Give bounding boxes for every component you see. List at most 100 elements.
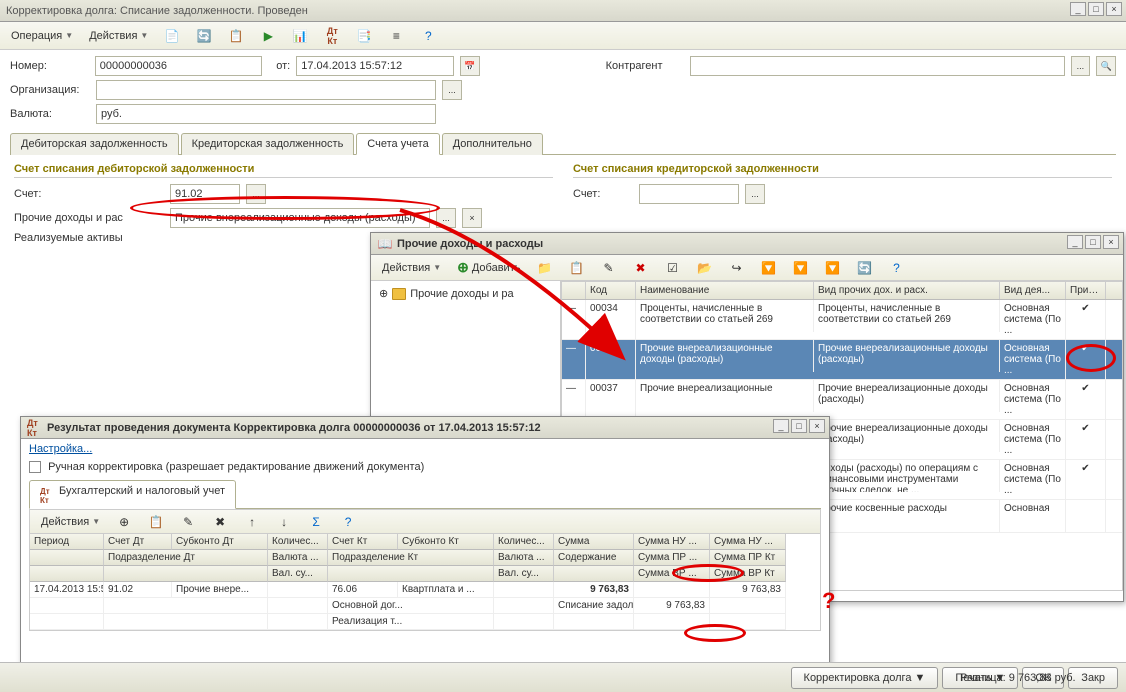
dir-close-icon[interactable]: × (1103, 235, 1119, 249)
dir-filter2-icon[interactable]: 🔽 (785, 257, 815, 279)
h-snu2[interactable]: Сумма НУ ... (710, 534, 786, 550)
h-period[interactable]: Период (30, 534, 104, 550)
res-down-icon[interactable]: ↓ (269, 511, 299, 533)
operation-menu[interactable]: Операция▼ (4, 25, 80, 47)
dir-mark-icon[interactable]: ☑ (657, 257, 687, 279)
dir-edit-icon[interactable]: ✎ (593, 257, 623, 279)
manual-checkbox[interactable] (29, 461, 41, 473)
dir-filter1-icon[interactable]: 🔽 (753, 257, 783, 279)
minimize-icon[interactable]: _ (1070, 2, 1086, 16)
other-income-input[interactable]: Прочие внереализационные доходы (расходы… (170, 208, 430, 228)
h-valsk[interactable]: Вал. су... (494, 566, 554, 582)
res-add-icon[interactable]: ⊕ (109, 511, 139, 533)
dir-move-icon[interactable]: ↪ (721, 257, 751, 279)
h-podr-dt[interactable]: Подразделение Дт (104, 550, 268, 566)
h-schet-kt[interactable]: Счет Кт (328, 534, 398, 550)
h-val-dt[interactable]: Валюта ... (268, 550, 328, 566)
res-actions-menu[interactable]: Действия▼ (34, 511, 107, 533)
dir-addgroup-icon[interactable]: 📁 (529, 257, 559, 279)
dir-refresh-icon[interactable]: 🔄 (849, 257, 879, 279)
schet-input[interactable]: 91.02 (170, 184, 240, 204)
counterparty-input[interactable] (690, 56, 1064, 76)
dir-delete-icon[interactable]: ✖ (625, 257, 655, 279)
currency-input[interactable]: руб. (96, 104, 436, 124)
date-input[interactable]: 17.04.2013 15:57:12 (296, 56, 454, 76)
h-content[interactable]: Содержание (554, 550, 634, 566)
copy-icon[interactable]: 📋 (221, 25, 251, 47)
h-sum[interactable]: Сумма (554, 534, 634, 550)
res-copy-icon[interactable]: 📋 (141, 511, 171, 533)
col-name[interactable]: Наименование (636, 282, 814, 299)
col-code[interactable]: Код (586, 282, 636, 299)
settings-link[interactable]: Настройка... (29, 443, 92, 455)
col-accept[interactable]: Прин... (1066, 282, 1106, 299)
h-svr[interactable]: Сумма ВР ... (634, 566, 710, 582)
actions-menu[interactable]: Действия▼ (82, 25, 155, 47)
assets-label: Реализуемые активы (14, 232, 164, 244)
dir-help-icon[interactable]: ? (881, 257, 911, 279)
post-icon[interactable]: 📄 (157, 25, 187, 47)
h-podr-kt[interactable]: Подразделение Кт (328, 550, 494, 566)
tab-accounting[interactable]: Дт КтБухгалтерский и налоговый учет (29, 480, 236, 509)
tree-expand-icon[interactable]: ⊕ (379, 287, 388, 300)
report-icon[interactable]: 📊 (285, 25, 315, 47)
other-select-icon[interactable]: ... (436, 208, 456, 228)
dir-restore-icon[interactable]: □ (1085, 235, 1101, 249)
tab-accounts[interactable]: Счета учета (356, 133, 439, 155)
h-sprk[interactable]: Сумма ПР Кт (710, 550, 786, 566)
h-svrk[interactable]: Сумма ВР Кт (710, 566, 786, 582)
org-input[interactable] (96, 80, 436, 100)
refresh-icon[interactable]: 🔄 (189, 25, 219, 47)
res-minimize-icon[interactable]: _ (773, 419, 789, 433)
directory-row[interactable]: —00034Прочие внереализационные доходы (р… (562, 340, 1122, 380)
dir-minimize-icon[interactable]: _ (1067, 235, 1083, 249)
res-close-icon[interactable]: × (809, 419, 825, 433)
res-up-icon[interactable]: ↑ (237, 511, 267, 533)
h-valsd[interactable]: Вал. су... (268, 566, 328, 582)
h-snu[interactable]: Сумма НУ ... (634, 534, 710, 550)
tab-extra[interactable]: Дополнительно (442, 133, 543, 155)
counterparty-select-icon[interactable]: ... (1071, 56, 1091, 76)
h-spr[interactable]: Сумма ПР ... (634, 550, 710, 566)
org-select-icon[interactable]: ... (442, 80, 462, 100)
close-button[interactable]: Закр (1068, 667, 1118, 689)
dir-copy-icon[interactable]: 📋 (561, 257, 591, 279)
h-subk-kt[interactable]: Субконто Кт (398, 534, 494, 550)
directory-row[interactable]: —00037Прочие внереализационныеПрочие вне… (562, 380, 1122, 420)
res-restore-icon[interactable]: □ (791, 419, 807, 433)
play-icon[interactable]: ▶ (253, 25, 283, 47)
other-clear-icon[interactable]: × (462, 208, 482, 228)
dir-actions-menu[interactable]: Действия▼ (375, 257, 448, 279)
close-icon[interactable]: × (1106, 2, 1122, 16)
number-input[interactable]: 00000000036 (95, 56, 263, 76)
debt-button[interactable]: Корректировка долга ▼ (791, 667, 939, 689)
directory-row[interactable]: —00034Проценты, начисленные в соответств… (562, 300, 1122, 340)
dtkt-icon[interactable]: ДтКт (317, 25, 347, 47)
calendar-icon[interactable]: 📅 (460, 56, 480, 76)
dir-filteroff-icon[interactable]: 🔽 (817, 257, 847, 279)
schet-select-icon[interactable]: ... (246, 184, 266, 204)
schet-k-select-icon[interactable]: ... (745, 184, 765, 204)
dir-add-button[interactable]: ⊕Добавить (450, 257, 527, 279)
restore-icon[interactable]: □ (1088, 2, 1104, 16)
tab-creditor[interactable]: Кредиторская задолженность (181, 133, 355, 155)
res-del-icon[interactable]: ✖ (205, 511, 235, 533)
col-type[interactable]: Вид прочих дох. и расх. (814, 282, 1000, 299)
help-icon[interactable]: ? (413, 25, 443, 47)
h-qty-dt[interactable]: Количес... (268, 534, 328, 550)
cell-sk: 76.06 (328, 582, 398, 598)
res-help-icon[interactable]: ? (333, 511, 363, 533)
col-activity[interactable]: Вид дея... (1000, 282, 1066, 299)
h-subk-dt[interactable]: Субконто Дт (172, 534, 268, 550)
h-qty-kt[interactable]: Количес... (494, 534, 554, 550)
res-edit-icon[interactable]: ✎ (173, 511, 203, 533)
dir-hier-icon[interactable]: 📂 (689, 257, 719, 279)
list-icon[interactable]: ≡ (381, 25, 411, 47)
tab-debtor[interactable]: Дебиторская задолженность (10, 133, 179, 155)
schet-k-input[interactable] (639, 184, 739, 204)
h-schet-dt[interactable]: Счет Дт (104, 534, 172, 550)
struct-icon[interactable]: 📑 (349, 25, 379, 47)
res-sum-icon[interactable]: Σ (301, 511, 331, 533)
h-val-kt[interactable]: Валюта ... (494, 550, 554, 566)
counterparty-search-icon[interactable]: 🔍 (1096, 56, 1116, 76)
